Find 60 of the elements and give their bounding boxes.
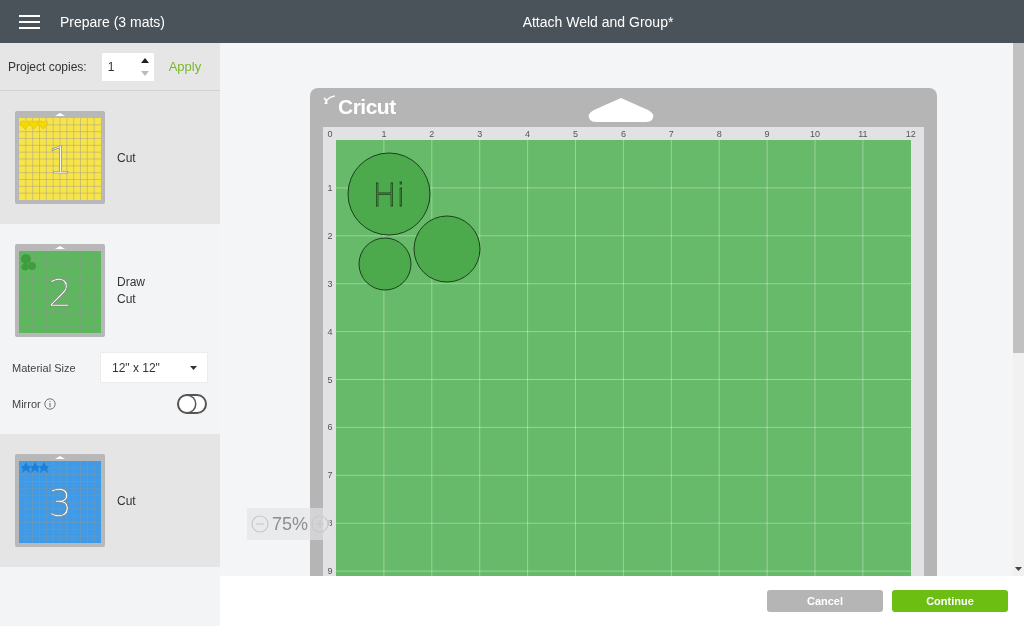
info-icon[interactable] — [43, 398, 56, 410]
circle-shapes-icon — [21, 254, 36, 271]
cancel-button[interactable]: Cancel — [767, 590, 883, 612]
ruler-label: 8 — [327, 518, 333, 529]
ruler-label: 1 — [381, 129, 387, 139]
design-text[interactable]: Hi — [372, 176, 406, 214]
mat-thumbnail[interactable]: 3 — [15, 454, 105, 547]
continue-button[interactable]: Continue — [892, 590, 1008, 612]
ruler-label: 6 — [620, 129, 626, 139]
material-size-dropdown[interactable]: 12" x 12" — [101, 353, 207, 382]
project-title: Attach Weld and Group* — [521, 13, 675, 30]
mat-number: 2 — [47, 271, 73, 315]
page-title: Prepare (3 mats) — [60, 13, 166, 30]
mat-notch-icon — [55, 456, 65, 459]
material-size-label: Material Size — [12, 361, 76, 374]
ruler-label: 7 — [668, 129, 674, 139]
ruler-label: 9 — [764, 129, 770, 139]
circle-shape[interactable] — [358, 237, 412, 291]
ruler-label: 0 — [327, 129, 333, 139]
antenna-icon — [323, 95, 337, 105]
ruler-label: 9 — [327, 566, 333, 576]
caret-icon — [190, 365, 197, 370]
operation-label: Cut — [117, 493, 136, 508]
star-shapes-icon — [21, 462, 49, 473]
mat-notch-icon — [55, 113, 65, 116]
ruler-label: 2 — [429, 129, 435, 139]
ruler-label: 7 — [327, 470, 333, 481]
ruler-label: 5 — [573, 129, 578, 139]
zoom-level: 75% — [272, 513, 309, 535]
mirror-label: Mirror — [12, 398, 41, 410]
mat-card[interactable]: 3 Cut — [0, 434, 220, 567]
scrollbar-thumb[interactable] — [1013, 43, 1024, 353]
circle-shape[interactable] — [347, 152, 431, 236]
ruler-label: 2 — [327, 230, 333, 241]
ruler-label: 6 — [327, 422, 333, 433]
ruler-label: 8 — [716, 129, 722, 139]
ruler-label: 10 — [810, 129, 820, 139]
ruler-label: 4 — [525, 129, 531, 139]
brand-logo: Cricut — [338, 95, 396, 119]
circle-shape[interactable] — [413, 215, 481, 283]
heart-shapes-icon — [19, 120, 49, 130]
mat-notch-icon — [55, 246, 65, 249]
menu-icon[interactable] — [19, 14, 40, 29]
scroll-down-icon[interactable] — [1015, 567, 1022, 571]
copies-field[interactable]: 1 — [101, 52, 154, 81]
operation-label: Draw — [117, 275, 145, 289]
mirror-toggle[interactable] — [177, 394, 207, 414]
mat-number: 1 — [47, 138, 73, 182]
ruler-label: 1 — [327, 182, 333, 193]
mat-card[interactable]: 1 Cut — [0, 91, 220, 224]
ruler-label: 12 — [905, 129, 916, 139]
ruler-label: 3 — [327, 278, 333, 289]
ruler-label: 3 — [477, 129, 483, 139]
ruler-label: 4 — [327, 326, 333, 337]
ruler-label: 5 — [327, 374, 333, 385]
operation-label: Cut — [117, 150, 136, 165]
operation-label: Cut — [117, 292, 137, 306]
mat-number: 3 — [47, 481, 73, 525]
project-copies-label: Project copies: — [8, 59, 87, 74]
ruler-label: 11 — [858, 129, 868, 139]
